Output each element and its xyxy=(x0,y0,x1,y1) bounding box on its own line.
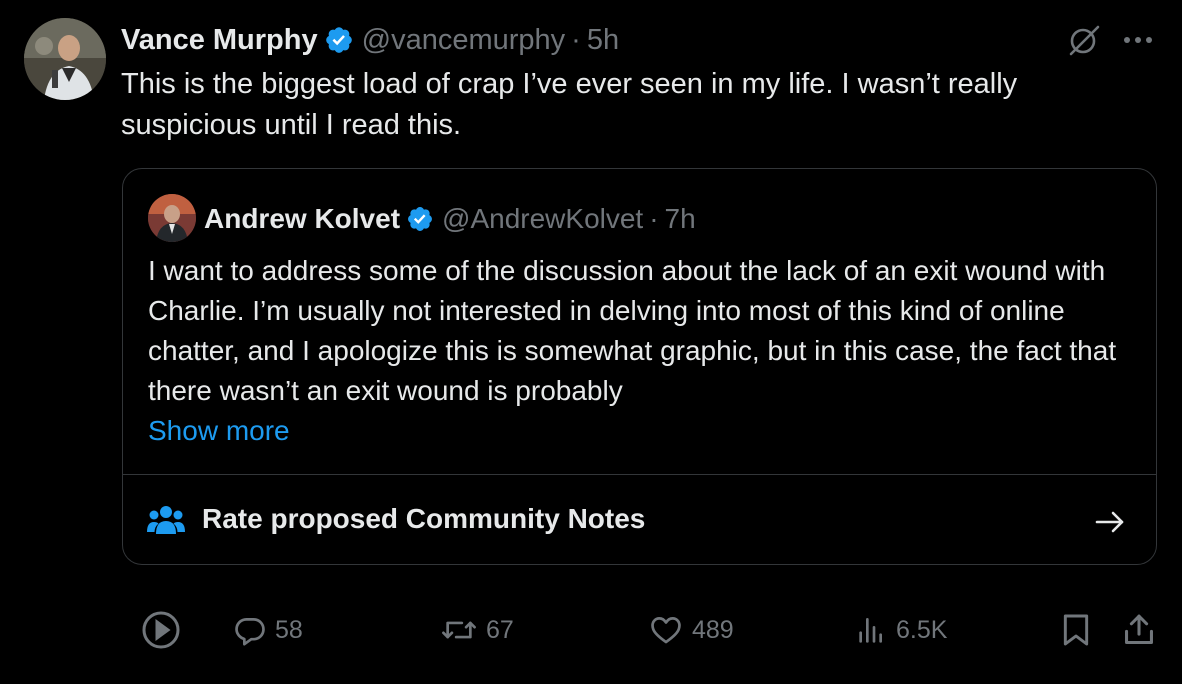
meta-separator: · xyxy=(571,23,581,56)
like-button[interactable]: 489 xyxy=(648,608,734,652)
views-count: 6.5K xyxy=(896,615,948,644)
reply-icon xyxy=(235,618,265,646)
views-icon xyxy=(859,618,882,643)
quote-text: I want to address some of the discussion… xyxy=(148,255,1117,406)
share-icon xyxy=(1125,614,1153,644)
action-bar: 58 67 489 6.5K xyxy=(0,600,1182,660)
verified-badge-icon[interactable] xyxy=(406,205,434,233)
quoted-tweet[interactable]: Andrew Kolvet @AndrewKolvet · 7h I want … xyxy=(122,168,1157,565)
people-icon xyxy=(147,504,185,536)
author-name[interactable]: Vance Murphy xyxy=(121,24,318,57)
arrow-right-icon xyxy=(1094,506,1126,538)
views-button[interactable]: 6.5K xyxy=(856,608,947,652)
play-icon xyxy=(142,611,180,649)
verified-badge-icon[interactable] xyxy=(324,25,354,55)
play-button[interactable] xyxy=(140,608,182,652)
tweet-text: This is the biggest load of crap I’ve ev… xyxy=(121,68,1018,141)
quote-author-name[interactable]: Andrew Kolvet xyxy=(204,203,400,235)
quote-time[interactable]: 7h xyxy=(665,203,696,235)
meta-separator: · xyxy=(649,203,659,234)
bookmark-button[interactable] xyxy=(1060,608,1092,652)
tweet-time[interactable]: 5h xyxy=(587,24,619,57)
author-avatar[interactable] xyxy=(24,18,106,100)
community-notes-row[interactable]: Rate proposed Community Notes xyxy=(123,475,1156,564)
share-button[interactable] xyxy=(1122,608,1156,652)
grok-icon[interactable] xyxy=(1066,22,1102,58)
bookmark-icon xyxy=(1063,614,1089,646)
community-notes-label: Rate proposed Community Notes xyxy=(202,503,646,534)
quote-author-avatar[interactable] xyxy=(148,194,196,242)
heart-icon xyxy=(651,617,681,644)
quote-author-handle[interactable]: @AndrewKolvet xyxy=(442,203,643,235)
reply-count: 58 xyxy=(275,615,303,644)
like-count: 489 xyxy=(692,615,734,644)
quote-header: Andrew Kolvet @AndrewKolvet · 7h xyxy=(204,199,696,239)
tweet-header: Vance Murphy @vancemurphy · 5h xyxy=(121,20,619,60)
repost-icon xyxy=(442,621,476,639)
show-more-link[interactable]: Show more xyxy=(148,411,290,451)
more-icon[interactable] xyxy=(1120,24,1156,56)
reply-button[interactable]: 58 xyxy=(233,608,303,652)
repost-button[interactable]: 67 xyxy=(440,608,514,652)
repost-count: 67 xyxy=(486,615,514,644)
author-handle[interactable]: @vancemurphy xyxy=(362,24,566,57)
